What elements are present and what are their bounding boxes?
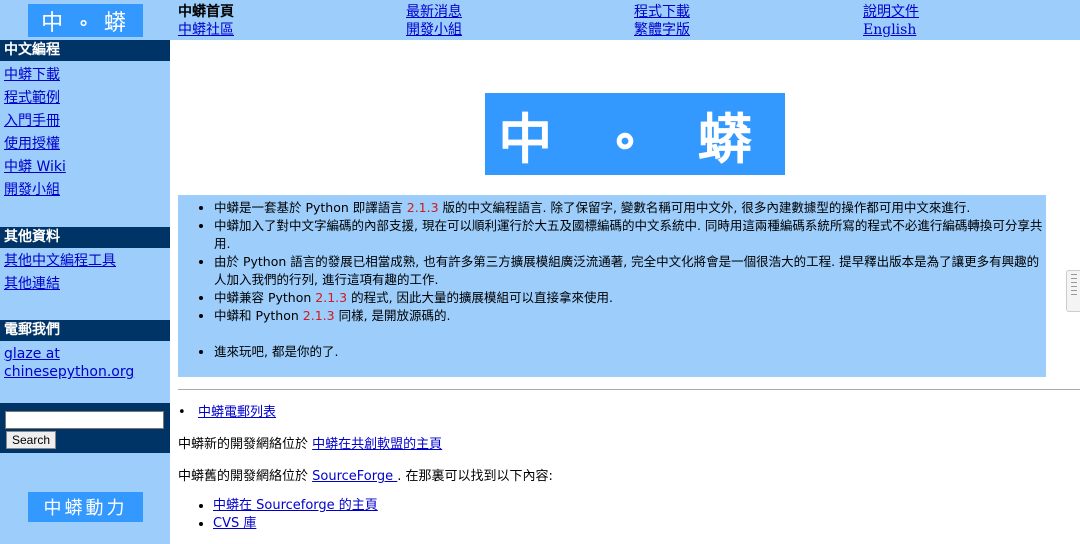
nav-dev-team[interactable]: 開發小組 <box>406 22 462 39</box>
sourceforge-home-link[interactable]: 中蟒在 Sourceforge 的主頁 <box>213 498 378 513</box>
sidebar-link-wiki[interactable]: 中蟒 Wiki <box>4 158 66 176</box>
nav-traditional-chinese[interactable]: 繁體字版 <box>634 22 690 39</box>
email-link[interactable]: glaze at chinesepython.org <box>4 345 164 381</box>
search-input[interactable] <box>5 411 164 429</box>
sidebar-heading-other-info: 其他資料 <box>0 227 170 248</box>
new-site-link[interactable]: 中蟒在共創軟盟的主頁 <box>312 437 442 452</box>
site-logo[interactable]: 中 ∘ 蟒 <box>28 4 143 37</box>
sidebar-heading-chinese-programming: 中文編程 <box>0 40 170 61</box>
divider <box>178 389 1080 390</box>
sourceforge-link[interactable]: SourceForge <box>312 469 397 484</box>
intro-item: 中蟒兼容 Python 2.1.3 的程式, 因此大量的擴展模組可以直接拿來使用… <box>214 289 1046 307</box>
intro-item: 中蟒和 Python 2.1.3 同樣, 是開放源碼的. <box>214 307 1046 325</box>
top-navigation: 中蟒首頁 最新消息 程式下載 說明文件 中蟒社區 開發小組 繁體字版 Engli… <box>170 0 1080 40</box>
sidebar-link-other-tools[interactable]: 其他中文編程工具 <box>4 252 116 270</box>
intro-item: 中蟒是一套基於 Python 即譯語言 2.1.3 版的中文編程語言. 除了保留… <box>214 199 1046 217</box>
news-banner[interactable]: 中蟒動力 <box>28 492 143 522</box>
search-button[interactable]: Search <box>6 431 57 449</box>
sidebar-link-download[interactable]: 中蟒下載 <box>4 66 60 84</box>
sidebar-heading-email-us: 電郵我們 <box>0 320 170 341</box>
new-site-line: 中蟒新的開發網絡位於 中蟒在共創軟盟的主頁 <box>178 437 443 452</box>
bullet-icon: • <box>178 405 186 420</box>
sidebar-link-manual[interactable]: 入門手冊 <box>4 112 60 130</box>
version-text: 2.1.3 <box>302 308 335 323</box>
search-panel: Search <box>0 403 170 453</box>
nav-news[interactable]: 最新消息 <box>406 4 462 21</box>
sidebar-link-examples[interactable]: 程式範例 <box>4 89 60 107</box>
intro-box: 中蟒是一套基於 Python 即譯語言 2.1.3 版的中文編程語言. 除了保留… <box>178 195 1046 377</box>
nav-docs[interactable]: 說明文件 <box>863 4 919 21</box>
intro-item: 由於 Python 語言的發展已相當成熟, 也有許多第三方擴展模組廣泛流通著, … <box>214 253 1046 289</box>
sidebar-link-dev-team[interactable]: 開發小組 <box>4 181 60 199</box>
cvs-link[interactable]: CVS 庫 <box>213 516 256 531</box>
main-logo: 中 ∘ 蟒 <box>485 93 785 175</box>
sidebar-link-other-links[interactable]: 其他連結 <box>4 275 60 293</box>
old-site-line: 中蟒舊的開發網絡位於 SourceForge . 在那裏可以找到以下內容: <box>178 469 553 484</box>
list-item: 中蟒在 Sourceforge 的主頁 <box>213 497 378 515</box>
list-item: CVS 庫 <box>213 515 378 533</box>
scroll-handle[interactable] <box>1066 270 1080 312</box>
sidebar-link-license[interactable]: 使用授權 <box>4 135 60 153</box>
sidebar: 中 ∘ 蟒 中文編程 中蟒下載 程式範例 入門手冊 使用授權 中蟒 Wiki 開… <box>0 0 170 544</box>
version-text: 2.1.3 <box>406 200 439 215</box>
sourceforge-list: 中蟒在 Sourceforge 的主頁 CVS 庫 <box>199 497 378 533</box>
intro-item: 進來玩吧, 都是你的了. <box>214 343 1046 361</box>
mail-list-link[interactable]: 中蟒電郵列表 <box>198 405 276 420</box>
intro-item: 中蟒加入了對中文字編碼的內部支援, 現在可以順利運行於大五及國標編碼的中文系統中… <box>214 217 1046 253</box>
version-text: 2.1.3 <box>315 290 348 305</box>
nav-english[interactable]: English <box>863 22 916 39</box>
mail-list-item: • 中蟒電郵列表 <box>178 401 276 420</box>
nav-community[interactable]: 中蟒社區 <box>178 22 234 39</box>
nav-download[interactable]: 程式下載 <box>634 4 690 21</box>
nav-home[interactable]: 中蟒首頁 <box>178 4 234 21</box>
intro-list: 中蟒是一套基於 Python 即譯語言 2.1.3 版的中文編程語言. 除了保留… <box>178 199 1046 361</box>
